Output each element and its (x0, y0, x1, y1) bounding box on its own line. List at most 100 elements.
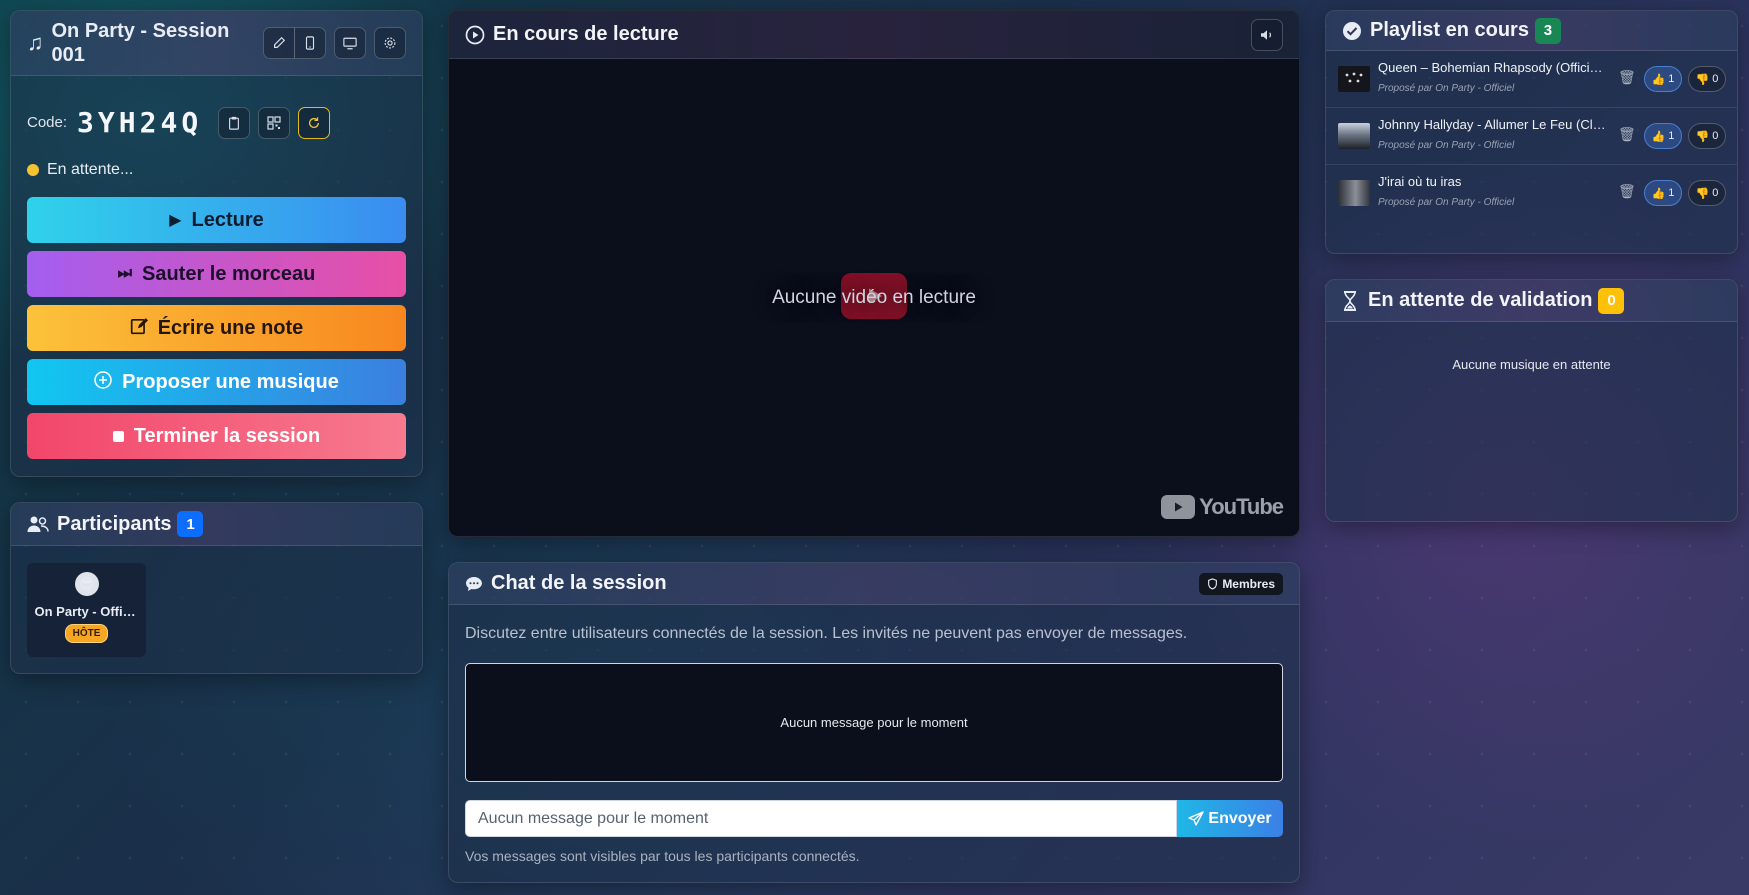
downvote-count: 0 (1712, 187, 1719, 199)
pending-header: En attente de validation 0 (1326, 280, 1737, 322)
thumbs-down-icon: 👎 (1695, 73, 1710, 86)
chat-header: Chat de la session Membres (449, 563, 1299, 605)
gear-icon (384, 37, 396, 49)
participants-panel: Participants 1 😎 On Party - Officiel HÔT… (10, 502, 423, 674)
track-proposer: Proposé par On Party - Officiel (1378, 140, 1515, 151)
plus-circle-icon (94, 370, 112, 394)
members-badge: Membres (1199, 572, 1283, 595)
trash-icon[interactable]: 🗑 (1618, 69, 1636, 86)
session-code-row: Code: 3YH24Q (11, 106, 422, 139)
downvote-button[interactable]: 👎 0 (1688, 180, 1726, 206)
stop-icon (112, 430, 124, 442)
participant-card[interactable]: 😎 On Party - Officiel HÔTE (27, 563, 146, 657)
pending-count-badge: 0 (1598, 287, 1625, 314)
copy-code-button[interactable] (218, 106, 251, 139)
play-icon: ▶ (169, 212, 182, 229)
regenerate-code-button[interactable] (298, 106, 331, 139)
participants-count-badge: 1 (177, 511, 204, 537)
youtube-logo-icon (1161, 495, 1196, 519)
propose-music-button[interactable]: Proposer une musique (27, 359, 406, 405)
volume-icon (1261, 29, 1272, 40)
shield-icon (1208, 577, 1218, 590)
video-player[interactable]: Aucune vidéo en lecture YouTube (449, 59, 1299, 536)
chat-panel: Chat de la session Membres Discutez entr… (448, 562, 1300, 883)
thumbs-up-icon: 👍 (1651, 130, 1666, 143)
playlist-item[interactable]: J'irai où tu iras Proposé par On Party -… (1326, 165, 1737, 222)
status-dot-icon (27, 164, 39, 176)
thumbs-down-icon: 👎 (1695, 130, 1710, 143)
code-label: Code: (27, 114, 68, 131)
downvote-count: 0 (1712, 73, 1719, 85)
upvote-count: 1 (1668, 73, 1675, 85)
thumbs-down-icon: 👎 (1695, 187, 1710, 200)
monitor-icon (343, 37, 357, 49)
send-button[interactable]: Envoyer (1177, 800, 1283, 837)
trash-icon[interactable]: 🗑 (1618, 126, 1636, 143)
status-text: En attente... (47, 161, 134, 178)
playlist-header: Playlist en cours 3 (1326, 11, 1737, 51)
downvote-button[interactable]: 👎 0 (1688, 66, 1726, 92)
downvote-button[interactable]: 👎 0 (1688, 123, 1726, 149)
users-icon (27, 516, 49, 532)
trash-icon[interactable]: 🗑 (1618, 183, 1636, 200)
mobile-view-button[interactable] (294, 27, 326, 59)
skip-forward-icon: ⏭ (117, 265, 132, 282)
send-label: Envoyer (1208, 809, 1272, 827)
upvote-count: 1 (1668, 130, 1675, 142)
session-code: 3YH24Q (77, 106, 203, 139)
upvote-button[interactable]: 👍 1 (1644, 66, 1682, 92)
write-note-button[interactable]: Écrire une note (27, 305, 406, 351)
session-title: On Party - Session 001 (51, 20, 230, 66)
track-thumbnail (1338, 123, 1370, 149)
youtube-logo-text: YouTube (1199, 494, 1284, 519)
playlist-item[interactable]: Johnny Hallyday - Allumer Le Feu (Clip o… (1326, 108, 1737, 165)
check-circle-icon (1343, 21, 1361, 40)
chat-empty-text: Aucun message pour le moment (780, 715, 968, 730)
upvote-count: 1 (1668, 187, 1675, 199)
display-view-button[interactable] (334, 27, 366, 59)
play-button[interactable]: ▶ Lecture (27, 197, 406, 243)
host-badge: HÔTE (64, 624, 109, 643)
upvote-button[interactable]: 👍 1 (1644, 123, 1682, 149)
session-status: En attente... (11, 161, 422, 179)
now-playing-panel: En cours de lecture Aucune vidéo en lect… (448, 10, 1300, 537)
avatar: 😎 (74, 572, 99, 596)
track-proposer: Proposé par On Party - Officiel (1378, 197, 1515, 208)
session-panel: ♫ On Party - Session 001 Code: 3YH24Q En… (10, 10, 423, 477)
skip-label: Sauter le morceau (141, 262, 316, 285)
now-playing-title: En cours de lecture (493, 23, 679, 45)
edit-button[interactable] (263, 27, 295, 59)
chat-title: Chat de la session (491, 572, 667, 594)
thumbs-up-icon: 👍 (1651, 187, 1666, 200)
end-session-button[interactable]: Terminer la session (27, 413, 406, 459)
participants-header: Participants 1 (11, 503, 422, 546)
skip-button[interactable]: ⏭ Sauter le morceau (27, 251, 406, 297)
volume-button[interactable] (1251, 18, 1283, 51)
downvote-count: 0 (1712, 130, 1719, 142)
playlist-panel: Playlist en cours 3 Queen – Bohemian Rha… (1325, 10, 1738, 254)
refresh-icon (309, 116, 320, 128)
track-title: Queen – Bohemian Rhapsody (Official Vide… (1378, 60, 1608, 75)
session-header: ♫ On Party - Session 001 (11, 11, 422, 76)
track-thumbnail (1338, 66, 1370, 92)
chat-messages: Aucun message pour le moment (465, 663, 1283, 782)
clipboard-icon (229, 116, 240, 130)
hourglass-icon (1344, 290, 1356, 311)
playlist-item[interactable]: Queen – Bohemian Rhapsody (Official Vide… (1326, 51, 1737, 108)
youtube-logo[interactable]: YouTube (1161, 494, 1284, 520)
qr-code-button[interactable] (258, 106, 291, 139)
chat-message-input[interactable]: Aucun message pour le moment (465, 800, 1177, 837)
phone-icon (305, 36, 315, 50)
track-thumbnail (1338, 180, 1370, 206)
thumbs-up-icon: 👍 (1651, 73, 1666, 86)
play-circle-icon (465, 25, 485, 44)
track-title: J'irai où tu iras (1378, 174, 1462, 189)
propose-music-label: Proposer une musique (122, 370, 339, 393)
no-video-text: Aucune vidéo en lecture (772, 287, 976, 308)
track-title: Johnny Hallyday - Allumer Le Feu (Clip o… (1378, 117, 1608, 132)
upvote-button[interactable]: 👍 1 (1644, 180, 1682, 206)
settings-button[interactable] (374, 27, 406, 59)
pending-title: En attente de validation (1368, 289, 1593, 311)
send-icon (1188, 810, 1205, 826)
chat-visibility-note: Vos messages sont visibles par tous les … (465, 848, 860, 864)
